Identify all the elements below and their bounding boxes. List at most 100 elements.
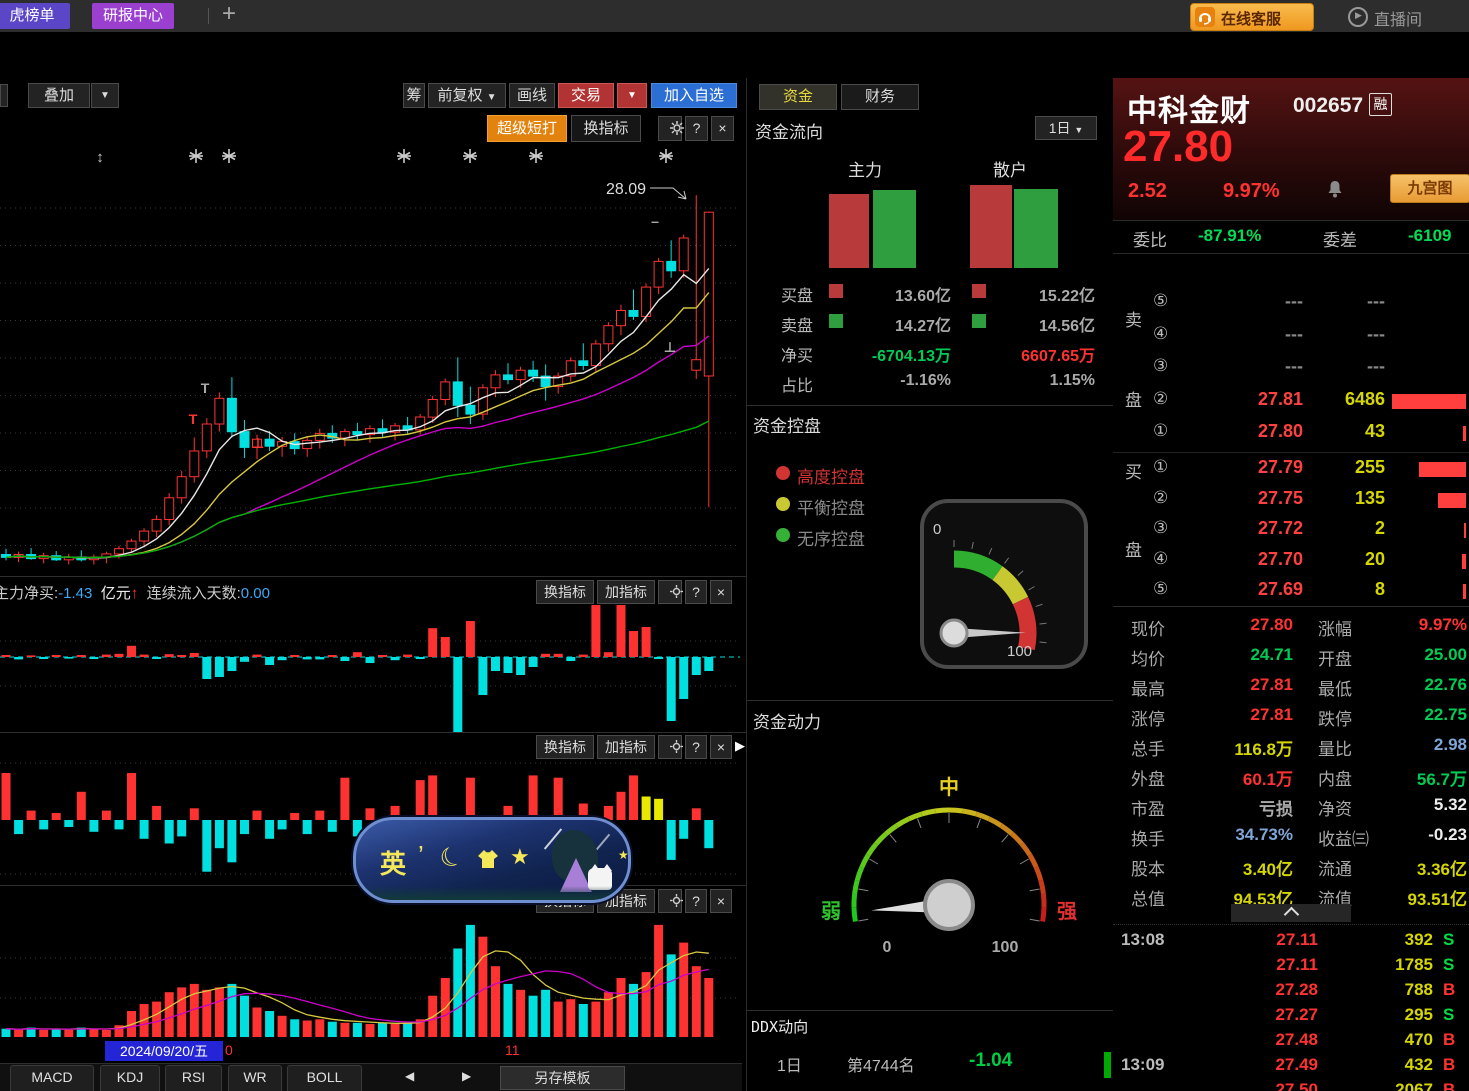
level-number: ② bbox=[1153, 389, 1168, 409]
sub2-help-button[interactable]: ? bbox=[685, 735, 707, 759]
gear-icon[interactable] bbox=[658, 116, 682, 141]
sub1-close-icon[interactable]: × bbox=[710, 580, 732, 604]
volume-histogram[interactable] bbox=[0, 915, 740, 1040]
up-arrow-icon: ↑ bbox=[131, 585, 139, 602]
bid-row[interactable]: ③27.722 bbox=[1113, 515, 1469, 545]
bid-row[interactable]: ②27.75135 bbox=[1113, 485, 1469, 515]
svg-text:中: 中 bbox=[939, 775, 959, 799]
chart-mark: T bbox=[189, 411, 198, 427]
flow-value-retail: 1.15% bbox=[987, 372, 1095, 390]
stat-value: 27.80 bbox=[1250, 615, 1293, 635]
nine-grid-button[interactable]: 九宫图 bbox=[1390, 174, 1469, 203]
sub2-switch-indicator-button[interactable]: 换指标 bbox=[536, 735, 594, 759]
bid-row[interactable]: ⑤27.698 bbox=[1113, 576, 1469, 606]
sub3-gear-icon[interactable] bbox=[658, 889, 682, 913]
weicha-value: -6109 bbox=[1408, 226, 1451, 246]
stat-value: 22.76 bbox=[1424, 675, 1467, 695]
stat-cell: 量比2.98 bbox=[1313, 732, 1469, 760]
panel-expander-arrow[interactable]: ▶ bbox=[735, 738, 745, 754]
ask-row[interactable]: ⑤------ bbox=[1113, 288, 1469, 318]
tab-finance[interactable]: 财务 bbox=[841, 84, 919, 110]
tick-row: 13:0927.49432B bbox=[1113, 1053, 1469, 1077]
fund-flow-row: 买盘13.60亿15.22亿 bbox=[747, 280, 1113, 304]
volume-bar bbox=[1464, 523, 1466, 538]
fund-flow-row: 净买-6704.13万6607.65万 bbox=[747, 340, 1113, 364]
tab-indicator-macd[interactable]: MACD bbox=[10, 1065, 94, 1091]
level-number: ⑤ bbox=[1153, 291, 1168, 311]
control-legend-item: 无序控盘 bbox=[747, 524, 917, 546]
ask-row[interactable]: ①27.8043 bbox=[1113, 418, 1469, 448]
save-template-button[interactable]: 另存模板 bbox=[500, 1066, 625, 1090]
tab-capital[interactable]: 资金 bbox=[759, 84, 837, 110]
help-button[interactable]: ? bbox=[685, 116, 708, 141]
sub1-add-indicator-button[interactable]: 加指标 bbox=[597, 580, 655, 604]
tick-price: 27.28 bbox=[1213, 980, 1318, 1000]
chips-button[interactable]: 筹 bbox=[403, 83, 425, 108]
stat-cell: 涨幅9.97% bbox=[1313, 612, 1469, 640]
margin-badge: 融 bbox=[1369, 93, 1392, 116]
forward-adjust-button[interactable]: 前复权 ▼ bbox=[428, 83, 506, 108]
sub3-help-button[interactable]: ? bbox=[685, 889, 707, 913]
ime-toolbar-overlay[interactable]: 英 ’ ☾ ★ ★ bbox=[353, 817, 631, 903]
sub2-close-icon[interactable]: × bbox=[710, 735, 732, 759]
stat-value: 60.1万 bbox=[1243, 765, 1293, 790]
trade-dropdown-arrow[interactable]: ▼ bbox=[617, 83, 647, 108]
tab-research-center[interactable]: 研报中心 bbox=[92, 3, 174, 29]
sub1-switch-indicator-button[interactable]: 换指标 bbox=[536, 580, 594, 604]
ask-row[interactable]: ②27.816486 bbox=[1113, 386, 1469, 416]
tick-side: B bbox=[1443, 1055, 1455, 1075]
main-net-buy-histogram[interactable] bbox=[0, 605, 740, 733]
online-service-button[interactable]: 在线客服 bbox=[1190, 3, 1314, 31]
sub3-close-icon[interactable]: × bbox=[710, 889, 732, 913]
collapse-button[interactable] bbox=[1231, 904, 1351, 922]
price-change-pct: 9.97% bbox=[1223, 180, 1280, 203]
sub2-gear-icon[interactable] bbox=[658, 735, 682, 759]
main-candlestick-chart[interactable]: ↕28.09TT⊥–⊥ bbox=[0, 142, 740, 575]
super-short-indicator-button[interactable]: 超级短打 bbox=[487, 115, 567, 142]
new-tab-button[interactable]: + bbox=[222, 0, 236, 28]
ask-row[interactable]: ③------ bbox=[1113, 353, 1469, 383]
overlay-button[interactable]: 叠加 bbox=[28, 83, 90, 108]
tick-side: S bbox=[1443, 955, 1454, 975]
ime-star-icon[interactable]: ★ bbox=[510, 844, 530, 870]
stat-cell: 流通3.36亿 bbox=[1313, 852, 1469, 880]
tab-indicator-kdj[interactable]: KDJ bbox=[100, 1065, 160, 1091]
stat-value: 5.32 bbox=[1434, 795, 1467, 815]
stat-cell: 内盘56.7万 bbox=[1313, 762, 1469, 790]
stat-label: 跌停 bbox=[1318, 705, 1352, 730]
bid-row[interactable]: ①27.79255 bbox=[1113, 454, 1469, 484]
main-buy-bar bbox=[829, 194, 869, 268]
ime-halfwidth-moon-icon[interactable]: ☾ bbox=[435, 839, 469, 877]
ddx-rank: 第4744名 bbox=[847, 1052, 915, 1076]
period-select[interactable]: 1日 ▼ bbox=[1035, 116, 1097, 140]
stat-value: -0.23 bbox=[1428, 825, 1467, 845]
tab-indicator-rsi[interactable]: RSI bbox=[165, 1065, 222, 1091]
ask-row[interactable]: ④------ bbox=[1113, 321, 1469, 351]
draw-line-button[interactable]: 画线 bbox=[509, 83, 555, 108]
tick-price: 27.27 bbox=[1213, 1005, 1318, 1025]
toolbar-edge-button[interactable] bbox=[0, 84, 8, 107]
switch-indicator-button[interactable]: 换指标 bbox=[571, 115, 641, 142]
ime-mode-english[interactable]: 英 bbox=[380, 844, 406, 881]
trade-button[interactable]: 交易 bbox=[558, 83, 614, 108]
tab-indicator-wr[interactable]: WR bbox=[228, 1065, 282, 1091]
tab-dragon-tiger-list[interactable]: 虎榜单 bbox=[0, 3, 70, 29]
control-gauge: 0100 bbox=[919, 498, 1089, 670]
stat-value: 56.7万 bbox=[1417, 765, 1467, 790]
control-legend-item: 平衡控盘 bbox=[747, 493, 917, 515]
sub1-help-button[interactable]: ? bbox=[685, 580, 707, 604]
level-number: ④ bbox=[1153, 549, 1168, 569]
add-watchlist-button[interactable]: 加入自选 bbox=[651, 83, 737, 108]
overlay-dropdown-arrow[interactable]: ▼ bbox=[91, 83, 119, 108]
close-icon[interactable]: × bbox=[711, 116, 734, 141]
next-arrow-icon[interactable]: ▶ bbox=[462, 1069, 471, 1083]
stat-label: 涨停 bbox=[1131, 705, 1165, 730]
sub2-add-indicator-button[interactable]: 加指标 bbox=[597, 735, 655, 759]
flow-value-main: -6704.13万 bbox=[843, 342, 951, 366]
ime-punctuation-icon[interactable]: ’ bbox=[418, 840, 424, 871]
bid-row[interactable]: ④27.7020 bbox=[1113, 546, 1469, 576]
stat-cell: 均价24.71 bbox=[1113, 642, 1308, 670]
prev-arrow-icon[interactable]: ◀ bbox=[405, 1069, 414, 1083]
tab-indicator-boll[interactable]: BOLL bbox=[287, 1065, 362, 1091]
sub1-gear-icon[interactable] bbox=[658, 580, 682, 604]
